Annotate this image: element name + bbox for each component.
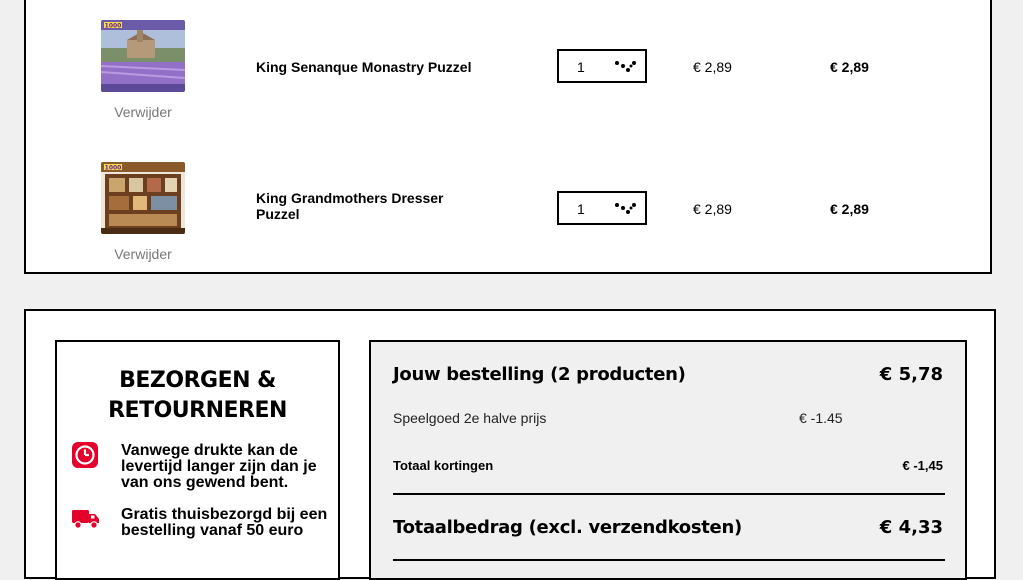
svg-text:1000: 1000	[105, 165, 122, 172]
discount-value: € -1.45	[799, 410, 843, 426]
cart-item: 1000 Verwijder King Grandmothers Dresser…	[26, 140, 990, 270]
quantity-select[interactable]: 1	[557, 49, 647, 83]
quantity-value: 1	[577, 201, 585, 217]
product-name[interactable]: King Grandmothers Dresser Puzzel	[256, 190, 476, 222]
quantity-value: 1	[577, 59, 585, 75]
free-delivery-text: Gratis thuisbezorgd bij een bestelling v…	[121, 506, 328, 539]
delivery-returns-box: BEZORGEN & RETOURNEREN Vanwege drukte ka…	[55, 340, 340, 580]
product-thumbnail[interactable]: 1000	[101, 20, 185, 92]
total-discounts-value: € -1,45	[902, 458, 943, 473]
checkout-panel: BEZORGEN & RETOURNEREN Vanwege drukte ka…	[24, 309, 996, 580]
remove-link[interactable]: Verwijder	[96, 246, 190, 262]
dots-icon	[615, 60, 637, 79]
clock-icon	[71, 441, 99, 474]
product-name[interactable]: King Senanque Monastry Puzzel	[256, 59, 476, 75]
remove-link[interactable]: Verwijder	[96, 104, 190, 120]
line-total: € 2,89	[830, 201, 869, 217]
total-discounts-label: Totaal kortingen	[393, 458, 494, 473]
delivery-title: BEZORGEN & RETOURNEREN	[108, 368, 287, 423]
discount-label: Speelgoed 2e halve prijs	[393, 410, 547, 426]
summary-divider	[393, 493, 945, 495]
product-thumbnail[interactable]: 1000	[101, 162, 185, 234]
svg-text:1000: 1000	[105, 23, 122, 30]
summary-divider	[393, 559, 945, 561]
grand-total-value: € 4,33	[879, 517, 943, 538]
grand-total-label: Totaalbedrag (excl. verzendkosten)	[393, 517, 742, 538]
cart-item: 1000 Verwijder King Senanque Monastry Pu…	[26, 0, 990, 128]
order-label: Jouw bestelling (2 producten)	[393, 364, 686, 385]
unit-price: € 2,89	[693, 201, 732, 217]
unit-price: € 2,89	[693, 59, 732, 75]
cart-items-panel: 1000 Verwijder King Senanque Monastry Pu…	[24, 0, 992, 274]
quantity-select[interactable]: 1	[557, 191, 647, 225]
order-summary: Jouw bestelling (2 producten) € 5,78 Spe…	[369, 340, 967, 580]
order-amount: € 5,78	[879, 364, 943, 385]
truck-icon	[71, 508, 101, 535]
line-total: € 2,89	[830, 59, 869, 75]
dots-icon	[615, 202, 637, 221]
delivery-notice-text: Vanwege drukte kan de levertijd langer z…	[121, 442, 317, 491]
